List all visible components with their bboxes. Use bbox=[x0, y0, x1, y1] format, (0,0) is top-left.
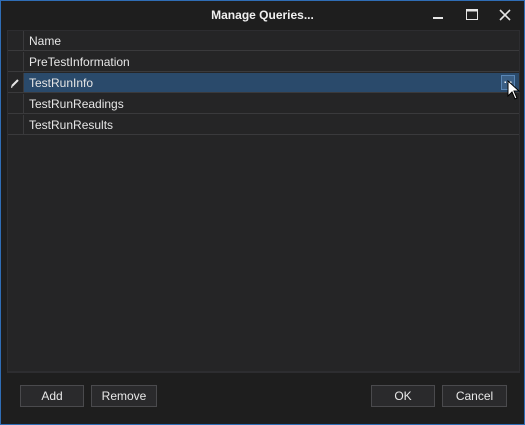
row-header[interactable] bbox=[8, 52, 24, 71]
manage-queries-dialog: Manage Queries... Name PreTestInformatio… bbox=[0, 0, 525, 425]
row-header[interactable] bbox=[8, 115, 24, 134]
table-row[interactable]: TestRunReadings bbox=[8, 94, 519, 114]
table-row[interactable]: TestRunResults bbox=[8, 115, 519, 135]
table-row[interactable]: PreTestInformation bbox=[8, 52, 519, 72]
query-name-cell[interactable]: TestRunInfo bbox=[29, 76, 93, 90]
ok-button[interactable]: OK bbox=[371, 385, 435, 407]
footer-divider bbox=[7, 371, 520, 372]
mouse-pointer-icon bbox=[507, 79, 521, 103]
minimize-icon bbox=[433, 17, 443, 19]
grid-header-row: Name bbox=[8, 31, 519, 51]
add-button[interactable]: Add bbox=[20, 385, 84, 407]
remove-button[interactable]: Remove bbox=[91, 385, 157, 407]
maximize-button[interactable] bbox=[463, 6, 481, 24]
row-header[interactable] bbox=[8, 73, 24, 92]
queries-grid[interactable]: Name PreTestInformation TestRunInfo ... … bbox=[7, 30, 520, 373]
pencil-icon bbox=[11, 79, 19, 88]
title-bar[interactable]: Manage Queries... bbox=[1, 1, 524, 30]
table-row-selected[interactable]: TestRunInfo ... bbox=[8, 73, 519, 93]
header-corner bbox=[8, 31, 24, 50]
query-name-cell[interactable]: TestRunResults bbox=[29, 118, 113, 132]
query-name-cell[interactable]: PreTestInformation bbox=[29, 55, 130, 69]
column-header-name[interactable]: Name bbox=[29, 34, 61, 48]
cancel-button[interactable]: Cancel bbox=[442, 385, 507, 407]
maximize-icon bbox=[466, 9, 478, 20]
minimize-button[interactable] bbox=[429, 6, 447, 24]
close-icon bbox=[499, 9, 511, 21]
row-header[interactable] bbox=[8, 94, 24, 113]
close-button[interactable] bbox=[496, 6, 514, 24]
query-name-cell[interactable]: TestRunReadings bbox=[29, 97, 124, 111]
